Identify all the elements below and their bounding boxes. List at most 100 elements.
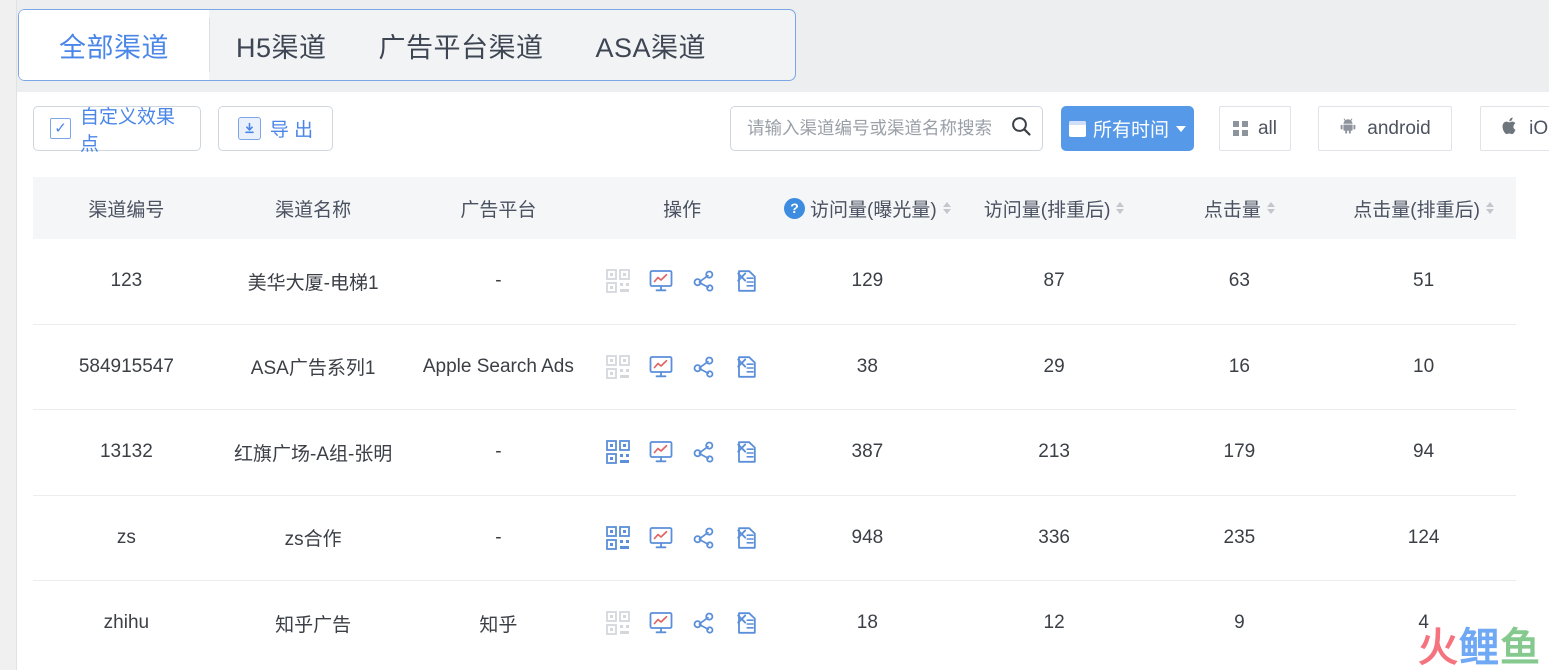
table-row[interactable]: 13132 红旗广场-A组-张明 - 387 213 179 94	[33, 409, 1516, 495]
table-body: 123 美华大厦-电梯1-129 87 63 51 584915547 ASA广告系列1 Ap…	[33, 239, 1516, 666]
cell-visits-dedup: 29	[1043, 355, 1065, 377]
cell-ad-platform: -	[495, 441, 502, 463]
cell-channel-name: 美华大厦-电梯1	[247, 272, 379, 294]
cell-clicks-dedup: 94	[1413, 441, 1435, 463]
cell-actions	[590, 610, 774, 636]
cell-visits-dedup: 336	[1038, 526, 1070, 548]
column-header-ad-platform: 广告平台	[406, 195, 590, 222]
trend-monitor-icon[interactable]	[648, 525, 674, 551]
cell-actions	[590, 525, 774, 551]
trend-monitor-icon[interactable]	[648, 354, 674, 380]
download-icon	[237, 117, 261, 140]
cell-channel-name: zs合作	[284, 529, 342, 551]
share-icon[interactable]	[691, 610, 717, 636]
platform-filter-android[interactable]: android	[1318, 106, 1452, 151]
page-bottom-edge	[17, 664, 1549, 670]
share-icon[interactable]	[691, 525, 717, 551]
tab-ad-platform-channels-label: 广告平台渠道	[378, 32, 544, 63]
column-header-visits-label: 访问量(曝光量)	[810, 199, 937, 221]
trend-monitor-icon[interactable]	[648, 268, 674, 294]
column-header-channel-code-label: 渠道编号	[88, 199, 165, 221]
cell-clicks: 179	[1223, 441, 1256, 463]
trend-monitor-icon[interactable]	[648, 610, 674, 636]
cell-channel-code: zhihu	[103, 612, 150, 634]
table-row[interactable]: zs zs合作 - 948 336 235 124	[33, 494, 1516, 581]
row-action-group	[605, 610, 760, 636]
excel-export-icon[interactable]	[734, 610, 760, 636]
cell-ad-platform: Apple Search Ads	[422, 355, 574, 377]
platform-filter-android-label: android	[1367, 117, 1431, 139]
column-header-clicks[interactable]: 点击量	[1147, 195, 1331, 222]
cell-visits-dedup: 87	[1043, 270, 1065, 292]
qr-code-icon[interactable]	[605, 525, 631, 551]
search-input[interactable]	[745, 117, 1010, 140]
custom-effect-point-button[interactable]: ✓ 自定义效果点	[33, 106, 201, 155]
checkbox-checked-icon: ✓	[50, 118, 71, 139]
cell-clicks: 235	[1223, 526, 1256, 548]
cell-channel-code: 123	[110, 270, 143, 292]
tab-asa-channels[interactable]: ASA渠道	[570, 10, 733, 80]
page-root: 全部渠道 H5渠道 广告平台渠道 ASA渠道 ✓ 自定义效果点 导 出 请输入渠…	[0, 0, 1549, 670]
watermark-char-2: 鲤	[1459, 625, 1500, 671]
row-action-group	[605, 354, 760, 380]
table-row[interactable]: 123 美华大厦-电梯1 - 129 87 63 51	[33, 239, 1516, 324]
column-header-visits-dedup[interactable]: 访问量(排重后)	[961, 195, 1148, 222]
search-box[interactable]	[730, 106, 1043, 151]
excel-export-icon[interactable]	[734, 439, 760, 465]
cell-channel-code: zs	[116, 526, 136, 548]
table-row[interactable]: zhihu 知乎广告 知乎 18 12 9 4	[33, 580, 1516, 666]
cell-channel-code: 13132	[99, 441, 153, 463]
platform-filter-ios[interactable]: iOS	[1480, 106, 1549, 151]
cell-visits-dedup: 12	[1043, 612, 1065, 634]
tab-h5-channels-label: H5渠道	[236, 32, 327, 63]
tabbar-background: 全部渠道 H5渠道 广告平台渠道 ASA渠道	[17, 0, 1549, 92]
cell-channel-code: 584915547	[78, 355, 174, 377]
trend-monitor-icon[interactable]	[648, 439, 674, 465]
help-icon[interactable]: ?	[784, 197, 806, 219]
cell-visits: 948	[851, 526, 884, 548]
cell-actions	[590, 354, 774, 380]
column-header-visits[interactable]: ? 访问量(曝光量)	[774, 195, 961, 222]
sort-toggle-visits-dedup[interactable]	[1116, 202, 1125, 214]
sort-toggle-clicks[interactable]	[1266, 202, 1275, 214]
cell-visits: 129	[851, 270, 884, 292]
tab-ad-platform-channels[interactable]: 广告平台渠道	[353, 10, 570, 80]
column-header-actions-label: 操作	[663, 199, 702, 221]
cell-channel-name: ASA广告系列1	[250, 358, 376, 380]
tab-h5-channels[interactable]: H5渠道	[210, 10, 353, 80]
excel-export-icon[interactable]	[734, 525, 760, 551]
calendar-icon	[1068, 120, 1086, 137]
tab-all-channels[interactable]: 全部渠道	[19, 10, 209, 80]
column-header-channel-name-label: 渠道名称	[275, 199, 352, 221]
export-button[interactable]: 导 出	[218, 106, 333, 151]
table-header-row: 渠道编号 渠道名称 广告平台 操作 ? 访问量(曝光量) 访问量(排重后) 点击…	[33, 177, 1516, 239]
date-range-button[interactable]: 所有时间	[1061, 106, 1194, 151]
excel-export-icon[interactable]	[734, 354, 760, 380]
column-header-ad-platform-label: 广告平台	[460, 199, 537, 221]
page-left-gutter	[0, 0, 17, 670]
grid-icon	[1232, 121, 1248, 136]
share-icon[interactable]	[691, 354, 717, 380]
qr-code-icon[interactable]	[605, 439, 631, 465]
column-header-clicks-dedup[interactable]: 点击量(排重后)	[1331, 195, 1516, 222]
channels-table: 渠道编号 渠道名称 广告平台 操作 ? 访问量(曝光量) 访问量(排重后) 点击…	[33, 177, 1516, 666]
cell-channel-name: 知乎广告	[275, 614, 352, 636]
excel-export-icon[interactable]	[734, 268, 760, 294]
toolbar: ✓ 自定义效果点 导 出 所有时间	[33, 106, 1549, 155]
sort-toggle-clicks-dedup[interactable]	[1485, 202, 1494, 214]
row-action-group	[605, 439, 760, 465]
sort-toggle-visits[interactable]	[942, 202, 951, 214]
platform-filter-ios-label: iOS	[1529, 117, 1549, 139]
site-watermark: 火鲤鱼	[1418, 628, 1541, 668]
platform-filter-all[interactable]: all	[1219, 106, 1291, 151]
cell-visits: 38	[856, 355, 878, 377]
search-icon[interactable]	[1010, 115, 1032, 142]
cell-clicks: 16	[1228, 355, 1250, 377]
cell-clicks-dedup: 51	[1413, 270, 1435, 292]
table-row[interactable]: 584915547 ASA广告系列1 Apple Search Ads 38 29 16 1…	[33, 323, 1516, 410]
cell-visits-dedup: 213	[1038, 441, 1070, 463]
cell-clicks-dedup: 10	[1413, 355, 1435, 377]
qr-code-icon	[605, 354, 631, 380]
share-icon[interactable]	[691, 268, 717, 294]
share-icon[interactable]	[691, 439, 717, 465]
